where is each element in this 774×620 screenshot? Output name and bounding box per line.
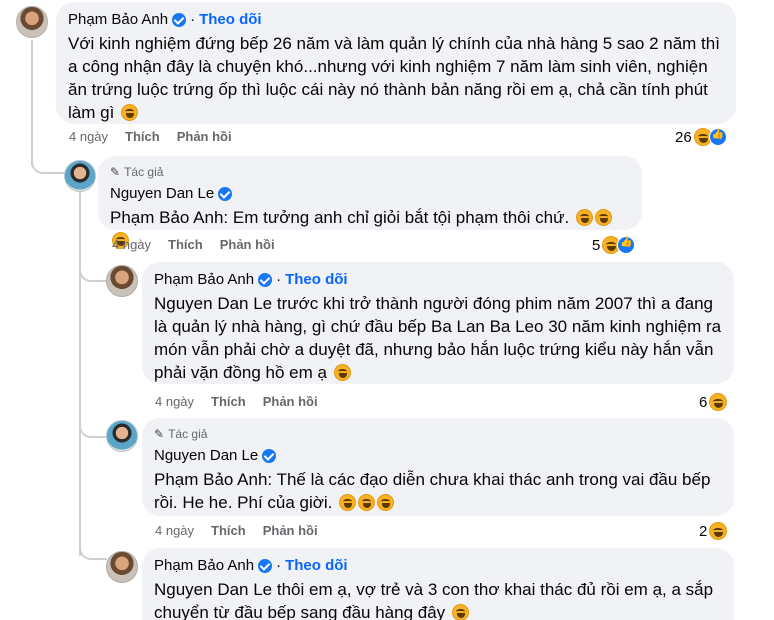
verified-badge-icon (262, 449, 277, 463)
comment-actions: 4 ngày Thích Phản hồi (155, 523, 335, 538)
reaction-summary[interactable]: 26 (675, 128, 727, 146)
reaction-count: 5 (592, 236, 601, 254)
reaction-summary[interactable]: 5 (592, 236, 636, 254)
author-name[interactable]: Nguyen Dan Le (110, 184, 214, 204)
reaction-summary[interactable]: 6 (699, 393, 728, 411)
comment-bubble: ✎ Tác giả Nguyen Dan Le Phạm Bảo Anh: Em… (98, 156, 642, 249)
verified-badge-icon (258, 273, 273, 287)
comment-text: Nguyen Dan Le trước khi trở thành người … (154, 294, 722, 382)
avatar[interactable] (106, 265, 138, 297)
mention-link[interactable]: Phạm Bảo Anh: (154, 470, 272, 489)
laughing-emoji-icon (339, 494, 357, 511)
laughing-emoji-icon (121, 104, 139, 121)
thread-line-nested (79, 192, 81, 438)
comment-author-row: Nguyen Dan Le (154, 446, 722, 466)
like-reaction-icon (708, 128, 727, 146)
thread-connector-2 (79, 262, 107, 282)
mention-link[interactable]: Nguyen Dan Le (154, 294, 272, 313)
separator-dot: · (190, 11, 196, 28)
avatar[interactable] (16, 6, 48, 38)
laughing-emoji-icon (358, 494, 376, 511)
comment-author-row: Phạm Bảo Anh · Theo dõi (154, 556, 722, 576)
thread-connector-4 (79, 540, 107, 560)
haha-reaction-icon (709, 522, 728, 540)
follow-button[interactable]: Theo dõi (199, 10, 262, 30)
like-reaction-icon (617, 236, 636, 254)
comment-text: Phạm Bảo Anh: Thế là các đạo diễn chưa k… (154, 470, 711, 512)
reaction-count: 6 (699, 393, 708, 411)
reaction-summary[interactable]: 2 (699, 522, 728, 540)
comment-author-row: Nguyen Dan Le (110, 184, 630, 204)
avatar[interactable] (64, 160, 96, 192)
author-name[interactable]: Phạm Bảo Anh (68, 10, 168, 30)
pencil-icon: ✎ (154, 427, 165, 441)
author-badge: ✎ Tác giả (110, 165, 164, 179)
author-name[interactable]: Phạm Bảo Anh (154, 556, 254, 576)
comment-time[interactable]: 4 ngày (112, 237, 151, 252)
like-button[interactable]: Thích (125, 129, 160, 144)
author-name[interactable]: Nguyen Dan Le (154, 446, 258, 466)
like-button[interactable]: Thích (211, 523, 246, 538)
mention-link[interactable]: Nguyen Dan Le (154, 580, 272, 599)
laughing-emoji-icon (594, 209, 612, 226)
avatar[interactable] (106, 420, 138, 452)
comment-actions: 4 ngày Thích Phản hồi (155, 394, 335, 409)
verified-badge-icon (172, 13, 187, 27)
comment-actions: 4 ngày Thích Phản hồi (112, 237, 292, 252)
comment-time[interactable]: 4 ngày (155, 523, 194, 538)
comment-actions: 4 ngày Thích Phản hồi (69, 129, 249, 144)
thread-line-nested-2 (79, 436, 81, 556)
reply-button[interactable]: Phản hồi (263, 394, 318, 409)
comment-author-row: Phạm Bảo Anh · Theo dõi (154, 270, 722, 290)
author-name[interactable]: Phạm Bảo Anh (154, 270, 254, 290)
comment-time[interactable]: 4 ngày (69, 129, 108, 144)
avatar[interactable] (106, 551, 138, 583)
follow-button[interactable]: Theo dõi (285, 556, 348, 576)
comment-author-row: Phạm Bảo Anh · Theo dõi (68, 10, 724, 30)
thread-connector-3 (79, 418, 107, 438)
laughing-emoji-icon (333, 364, 351, 381)
haha-reaction-icon (709, 393, 728, 411)
thread-line-main (31, 40, 33, 166)
thread-connector-1 (31, 150, 65, 174)
reaction-count: 26 (675, 128, 692, 146)
separator-dot: · (276, 271, 282, 288)
reaction-count: 2 (699, 522, 708, 540)
comment-bubble: Phạm Bảo Anh · Theo dõi Nguyen Dan Le tr… (142, 262, 734, 384)
laughing-emoji-icon (575, 209, 593, 226)
comment-bubble: ✎ Tác giả Nguyen Dan Le Phạm Bảo Anh: Th… (142, 418, 734, 516)
reply-button[interactable]: Phản hồi (263, 523, 318, 538)
mention-link[interactable]: Phạm Bảo Anh: (110, 208, 228, 227)
like-button[interactable]: Thích (168, 237, 203, 252)
author-badge: ✎ Tác giả (154, 427, 208, 441)
follow-button[interactable]: Theo dõi (285, 270, 348, 290)
like-button[interactable]: Thích (211, 394, 246, 409)
comment-bubble: Phạm Bảo Anh · Theo dõi Với kinh nghiệm … (56, 2, 736, 124)
reply-button[interactable]: Phản hồi (177, 129, 232, 144)
verified-badge-icon (218, 187, 233, 201)
comment-text: Với kinh nghiệm đứng bếp 26 năm và làm q… (68, 34, 720, 122)
crying-laughing-emoji-icon (451, 604, 469, 620)
reply-button[interactable]: Phản hồi (220, 237, 275, 252)
comment-text: Nguyen Dan Le thôi em ạ, vợ trẻ và 3 con… (154, 580, 714, 620)
separator-dot: · (276, 557, 282, 574)
pencil-icon: ✎ (110, 165, 121, 179)
verified-badge-icon (258, 559, 273, 573)
comment-bubble: Phạm Bảo Anh · Theo dõi Nguyen Dan Le th… (142, 548, 734, 620)
laughing-emoji-icon (377, 494, 395, 511)
comment-time[interactable]: 4 ngày (155, 394, 194, 409)
